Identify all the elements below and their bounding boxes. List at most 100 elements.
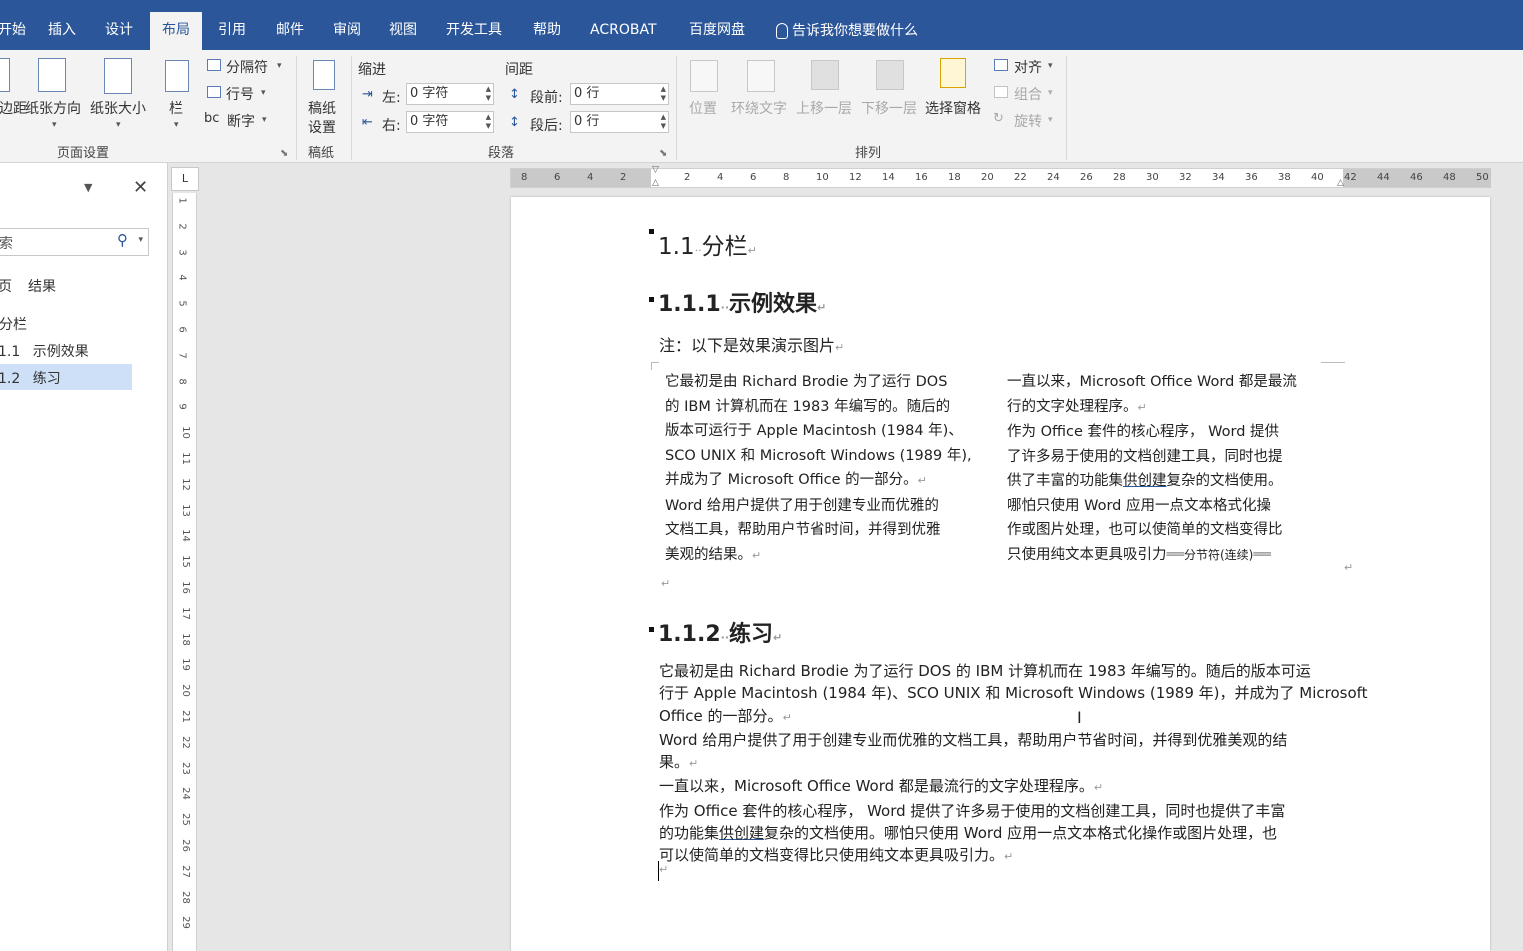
heading-text: 练习 bbox=[729, 622, 774, 647]
tab-insert[interactable]: 插入 bbox=[48, 12, 76, 50]
hanging-indent-marker-icon[interactable]: △ bbox=[652, 178, 659, 188]
page-size-icon[interactable] bbox=[104, 58, 132, 94]
heading-number: 1.2 bbox=[0, 371, 21, 387]
tell-me-box[interactable]: 告诉我你想要做什么 bbox=[776, 12, 918, 50]
paragraph-launcher-icon[interactable]: ⬊ bbox=[659, 148, 667, 159]
heading-item-selected[interactable]: 1.2 练习 bbox=[0, 368, 61, 388]
column-right[interactable]: 一直以来，Microsoft Office Word 都是最流 行的文字处理程序… bbox=[1007, 370, 1297, 567]
search-icon[interactable]: ⚲ bbox=[117, 231, 128, 249]
orientation-dropdown-icon[interactable]: ▾ bbox=[52, 120, 57, 130]
column-line: 供了丰富的功能集供创建复杂的文档使用。 bbox=[1007, 469, 1297, 494]
body-text[interactable]: 它最初是由 Richard Brodie 为了运行 DOS 的 IBM 计算机而… bbox=[659, 660, 1368, 869]
tab-layout[interactable]: 布局 bbox=[150, 12, 202, 50]
align-button[interactable]: 对齐 bbox=[1014, 57, 1042, 77]
tab-baidu-netdisk[interactable]: 百度网盘 bbox=[689, 12, 745, 50]
tab-selector[interactable]: L bbox=[171, 167, 199, 191]
tab-home[interactable]: 开始 bbox=[0, 12, 26, 50]
tab-acrobat[interactable]: ACROBAT bbox=[590, 12, 657, 50]
line-numbers-icon[interactable] bbox=[207, 86, 221, 98]
heading-item[interactable]: 分栏 bbox=[0, 314, 27, 334]
breaks-button[interactable]: 分隔符 bbox=[226, 57, 268, 77]
selection-pane-button[interactable]: 选择窗格 bbox=[925, 98, 981, 118]
group-objects-icon[interactable] bbox=[994, 86, 1008, 98]
margins-button[interactable]: 边距 bbox=[0, 98, 27, 118]
columns-dropdown-icon[interactable]: ▾ bbox=[174, 120, 179, 130]
close-icon[interactable]: ✕ bbox=[133, 177, 148, 198]
ruler-tick-label: 10 bbox=[179, 426, 191, 440]
heading-2-practice[interactable]: 1.1.2··练习↵ bbox=[658, 616, 782, 648]
tab-mailings[interactable]: 邮件 bbox=[276, 12, 304, 50]
indent-left-input[interactable]: 0 字符 ▲ ▼ bbox=[406, 83, 494, 105]
spinner-arrows-icon[interactable]: ▲ ▼ bbox=[661, 85, 666, 103]
tab-review[interactable]: 审阅 bbox=[333, 12, 361, 50]
ruler-tick-label: 14 bbox=[882, 172, 895, 183]
columns-button[interactable]: 栏 bbox=[169, 98, 183, 118]
hyphenation-button[interactable]: 断字 bbox=[227, 111, 255, 131]
vertical-ruler[interactable]: 1 2 3 4 5 6 7 8 9 10 11 12 13 14 15 16 17 18 19 20 21 22 23 24 2… bbox=[172, 193, 197, 951]
send-backward-button[interactable]: 下移一层 bbox=[861, 98, 917, 118]
right-indent-marker-icon[interactable]: △ bbox=[1337, 178, 1344, 188]
selection-pane-icon[interactable] bbox=[940, 58, 966, 88]
position-button[interactable]: 位置 bbox=[689, 98, 717, 118]
manuscript-settings-line2[interactable]: 设置 bbox=[308, 117, 336, 137]
page-setup-launcher-icon[interactable]: ⬊ bbox=[280, 148, 288, 159]
send-backward-icon[interactable] bbox=[876, 60, 904, 90]
tab-pages[interactable]: 页 bbox=[0, 276, 12, 296]
wrap-text-button[interactable]: 环绕文字 bbox=[731, 98, 787, 118]
bring-forward-icon[interactable] bbox=[811, 60, 839, 90]
orientation-icon[interactable] bbox=[38, 58, 66, 92]
size-button[interactable]: 纸张大小 bbox=[90, 98, 146, 118]
ruler-tick-label: 23 bbox=[179, 761, 191, 775]
document-page[interactable]: 1.1··分栏↵ 1.1.1··示例效果↵ 注：以下是效果演示图片↵ 它最初是由… bbox=[511, 197, 1490, 951]
search-placeholder: 索 bbox=[0, 236, 13, 252]
spinner-arrows-icon[interactable]: ▲ ▼ bbox=[486, 113, 491, 131]
note-line[interactable]: 注：以下是效果演示图片↵ bbox=[659, 332, 844, 356]
tab-references[interactable]: 引用 bbox=[218, 12, 246, 50]
tab-results[interactable]: 结果 bbox=[28, 276, 56, 296]
spacing-before-input[interactable]: 0 行 ▲ ▼ bbox=[570, 83, 669, 105]
ruler-tick-label: 27 bbox=[179, 864, 191, 878]
ruler-tick-label: 28 bbox=[179, 890, 191, 904]
spinner-arrows-icon[interactable]: ▲ ▼ bbox=[661, 113, 666, 131]
pane-options-chevron-down-icon[interactable]: ▼ bbox=[84, 181, 92, 194]
heading-2-example[interactable]: 1.1.1··示例效果↵ bbox=[658, 286, 826, 318]
orientation-button[interactable]: 纸张方向 bbox=[25, 98, 81, 118]
line-numbers-button[interactable]: 行号 bbox=[226, 84, 254, 104]
search-options-chevron-down-icon[interactable]: ▾ bbox=[138, 235, 143, 245]
ruler-tick-label: 48 bbox=[1443, 172, 1456, 183]
heading-item[interactable]: 1.1 示例效果 bbox=[0, 341, 89, 361]
spinner-arrows-icon[interactable]: ▲ ▼ bbox=[486, 85, 491, 103]
ruler-tick-label: 19 bbox=[179, 658, 191, 672]
tab-design[interactable]: 设计 bbox=[105, 12, 133, 50]
tab-view[interactable]: 视图 bbox=[389, 12, 417, 50]
ruler-tick-label: 20 bbox=[981, 172, 994, 183]
rotate-icon[interactable]: ↻ bbox=[993, 111, 1004, 126]
manuscript-icon[interactable] bbox=[313, 60, 335, 90]
size-dropdown-icon[interactable]: ▾ bbox=[116, 120, 121, 130]
bring-forward-button[interactable]: 上移一层 bbox=[796, 98, 852, 118]
column-left[interactable]: 它最初是由 Richard Brodie 为了运行 DOS 的 IBM 计算机而… bbox=[665, 370, 972, 568]
column-line-text: 供了丰富的功能集 bbox=[1007, 473, 1123, 489]
rotate-button[interactable]: 旋转 bbox=[1014, 111, 1042, 131]
spacing-after-input[interactable]: 0 行 ▲ ▼ bbox=[570, 111, 669, 133]
indent-right-input[interactable]: 0 字符 ▲ ▼ bbox=[406, 111, 494, 133]
hyphenation-icon[interactable]: bc bbox=[204, 111, 219, 126]
search-input[interactable]: 索 ⚲ ▾ bbox=[0, 228, 149, 256]
tab-developer[interactable]: 开发工具 bbox=[446, 12, 502, 50]
heading-1[interactable]: 1.1··分栏↵ bbox=[658, 227, 757, 261]
wrap-text-icon[interactable] bbox=[747, 60, 775, 92]
columns-icon[interactable] bbox=[165, 60, 189, 92]
heading-number: 1.1.2 bbox=[658, 622, 721, 647]
ruler-tick-label: 24 bbox=[179, 787, 191, 801]
horizontal-ruler[interactable]: ▽ △ △ 8 6 4 2 2 4 6 8 10 12 14 16 18 20 22 24 26 28 30 32 34… bbox=[510, 165, 1491, 188]
breaks-icon[interactable] bbox=[207, 59, 221, 71]
heading-label: 示例效果 bbox=[32, 344, 89, 360]
body-line-text: 的功能集 bbox=[659, 824, 720, 843]
tab-help[interactable]: 帮助 bbox=[533, 12, 561, 50]
manuscript-settings-line1[interactable]: 稿纸 bbox=[308, 98, 336, 118]
align-icon[interactable] bbox=[994, 59, 1008, 71]
position-icon[interactable] bbox=[690, 60, 718, 92]
margins-icon[interactable] bbox=[0, 58, 10, 92]
group-objects-button[interactable]: 组合 bbox=[1014, 84, 1042, 104]
first-line-indent-marker-icon[interactable]: ▽ bbox=[652, 165, 659, 175]
